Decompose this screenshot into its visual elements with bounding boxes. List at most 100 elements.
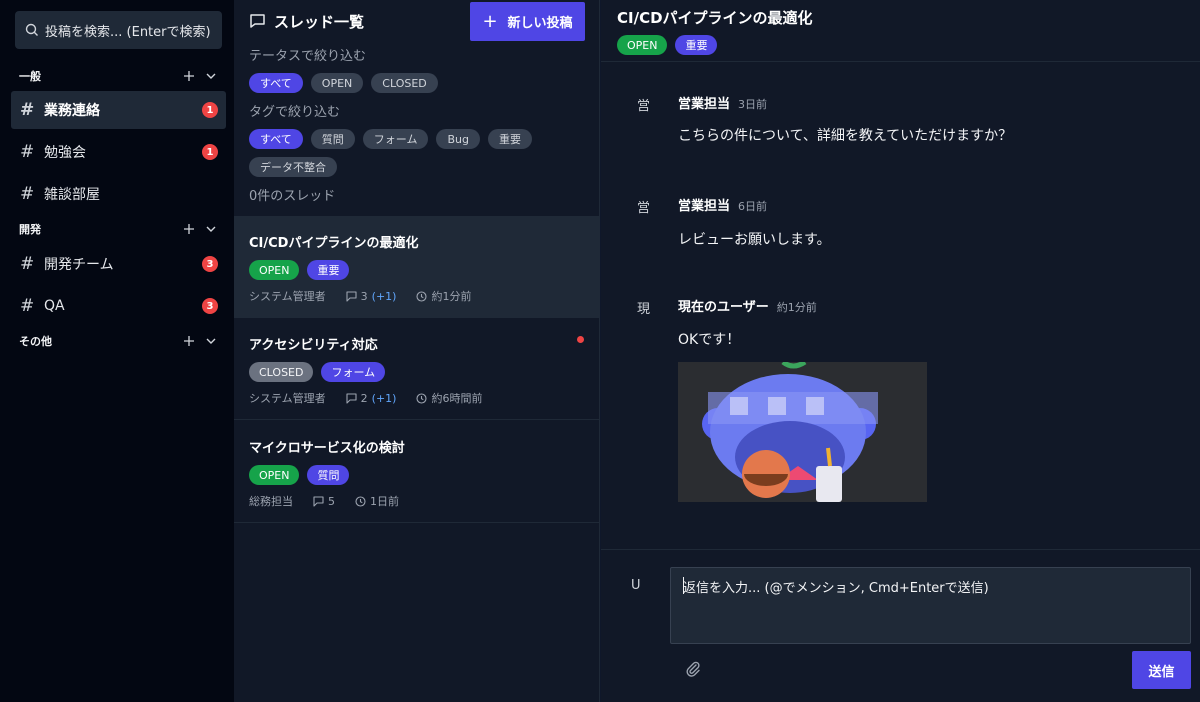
clock-icon [355, 495, 366, 507]
message-time: 3日前 [738, 98, 768, 111]
thread-author: システム管理者 [249, 392, 326, 405]
sidebar-item-gyomu-renraku[interactable]: # 業務連絡 1 [11, 91, 226, 129]
thread-time: 1日前 [370, 495, 399, 508]
status-filter-all[interactable]: すべて [249, 73, 303, 93]
reply-count: 5 [328, 494, 335, 508]
message-header: 現在のユーザー 約1分前 [678, 296, 817, 315]
reply-count: 3 [360, 289, 368, 303]
message-text: レビューお願いします。 [678, 232, 831, 248]
tag-badge: フォーム [321, 362, 386, 382]
plus-icon: + [482, 11, 498, 32]
tag-filter-chips: すべて 質問 フォーム Bug 重要 データ不整合 [249, 129, 549, 177]
section-title: その他 [19, 335, 52, 348]
plus-icon [184, 71, 194, 81]
thread-title: マイクロサービス化の検討 [249, 441, 405, 456]
section-title: 開発 [19, 223, 41, 236]
search-icon [25, 23, 38, 36]
hash-icon: # [20, 184, 35, 204]
sidebar-item-qa[interactable]: # QA 3 [11, 287, 226, 325]
tag-filter-question[interactable]: 質問 [310, 129, 355, 149]
avatar: U [631, 578, 641, 593]
tag-filter-data-inconsistency[interactable]: データ不整合 [249, 157, 337, 177]
status-filter-label: テータスで絞り込む [249, 49, 367, 64]
thread-list-header: スレッド一覧 [249, 10, 364, 32]
collapse-section-button[interactable] [203, 333, 219, 349]
hash-icon: # [20, 142, 35, 162]
unread-badge: 1 [202, 144, 218, 160]
chevron-down-icon [206, 338, 216, 344]
status-badge: OPEN [249, 465, 300, 485]
channel-label: 雑談部屋 [44, 187, 100, 203]
hash-icon: # [20, 254, 35, 274]
reply-count: 2 [360, 391, 368, 405]
unread-badge: 3 [202, 256, 218, 272]
channel-label: 開発チーム [44, 257, 114, 273]
clock-icon [416, 392, 428, 404]
sidebar: 投稿を検索... (Enterで検索) 一般 # 業務連絡 1 # 勉強会 1 … [0, 0, 234, 702]
chat-bubble-icon [250, 14, 265, 28]
tag-filter-form[interactable]: フォーム [362, 129, 429, 149]
tag-filter-all[interactable]: すべて [249, 129, 303, 149]
tag-filter-label: タグで絞り込む [249, 105, 341, 120]
thread-author: 総務担当 [249, 495, 293, 508]
status-filter-open[interactable]: OPEN [310, 73, 364, 93]
comment-icon [313, 495, 324, 507]
tag-filter-bug[interactable]: Bug [436, 129, 480, 149]
comment-icon [346, 392, 357, 404]
attached-image[interactable] [678, 362, 927, 502]
sidebar-item-dev-team[interactable]: # 開発チーム 3 [11, 245, 226, 283]
thread-item[interactable]: アクセシビリティ対応 CLOSED フォーム システム管理者 2 (+1) 約6… [234, 318, 600, 420]
unread-badge: 1 [202, 102, 218, 118]
message-header: 営業担当 6日前 [678, 195, 767, 214]
section-header-dev: 開発 [19, 219, 219, 239]
chevron-down-icon [206, 226, 216, 232]
thread-author: システム管理者 [249, 290, 326, 303]
tag-badge: 質問 [307, 465, 350, 485]
clock-icon [416, 290, 428, 302]
avatar: 現 [637, 302, 651, 317]
hash-icon: # [20, 296, 35, 316]
tag-badge: 重要 [675, 35, 718, 55]
new-reply-count: (+1) [371, 391, 397, 405]
section-header-other: その他 [19, 331, 219, 351]
thread-time: 約1分前 [431, 290, 472, 303]
channel-label: 勉強会 [44, 145, 86, 161]
avatar: 営 [637, 99, 651, 114]
thread-item[interactable]: マイクロサービス化の検討 OPEN 質問 総務担当 5 1日前 [234, 421, 600, 523]
sidebar-item-benkyokai[interactable]: # 勉強会 1 [11, 133, 226, 171]
message-text: こちらの件について、詳細を教えていただけますか？ [678, 128, 1013, 144]
plus-icon [184, 224, 194, 234]
search-input[interactable]: 投稿を検索... (Enterで検索) [15, 11, 222, 49]
new-post-button[interactable]: + 新しい投稿 [470, 2, 585, 41]
message-text: OKです！ [678, 332, 741, 348]
collapse-section-button[interactable] [203, 221, 219, 237]
paperclip-icon [686, 661, 700, 677]
thread-title: CI/CDパイプラインの最適化 [249, 236, 419, 251]
thread-time: 約6時間前 [431, 392, 483, 405]
unread-dot [577, 336, 584, 343]
message-header: 営業担当 3日前 [678, 93, 767, 112]
add-channel-button[interactable] [181, 221, 197, 237]
add-channel-button[interactable] [181, 333, 197, 349]
message-author: 営業担当 [678, 97, 731, 112]
status-badge: OPEN [249, 260, 300, 280]
thread-item[interactable]: CI/CDパイプラインの最適化 OPEN 重要 システム管理者 3 (+1) 約… [234, 216, 600, 318]
reply-input[interactable]: 返信を入力... (@でメンション, Cmd+Enterで送信) [670, 567, 1191, 644]
channel-label: QA [44, 298, 65, 314]
thread-detail-header: CI/CDパイプラインの最適化 OPEN 重要 [601, 0, 1200, 62]
section-title: 一般 [19, 70, 41, 83]
tag-filter-important[interactable]: 重要 [487, 129, 532, 149]
collapse-section-button[interactable] [203, 68, 219, 84]
status-filter-closed[interactable]: CLOSED [371, 73, 438, 93]
message-author: 現在のユーザー [678, 300, 769, 315]
thread-title: アクセシビリティ対応 [249, 338, 378, 353]
sidebar-item-zatsudan[interactable]: # 雑談部屋 [11, 175, 226, 213]
unread-badge: 3 [202, 298, 218, 314]
add-channel-button[interactable] [181, 68, 197, 84]
attach-button[interactable] [684, 660, 704, 680]
send-button[interactable]: 送信 [1132, 651, 1191, 689]
hash-icon: # [20, 100, 35, 120]
reply-composer: U 返信を入力... (@でメンション, Cmd+Enterで送信) 送信 [601, 549, 1200, 702]
thread-detail-title: CI/CDパイプラインの最適化 [617, 9, 813, 27]
new-post-label: 新しい投稿 [507, 16, 573, 31]
